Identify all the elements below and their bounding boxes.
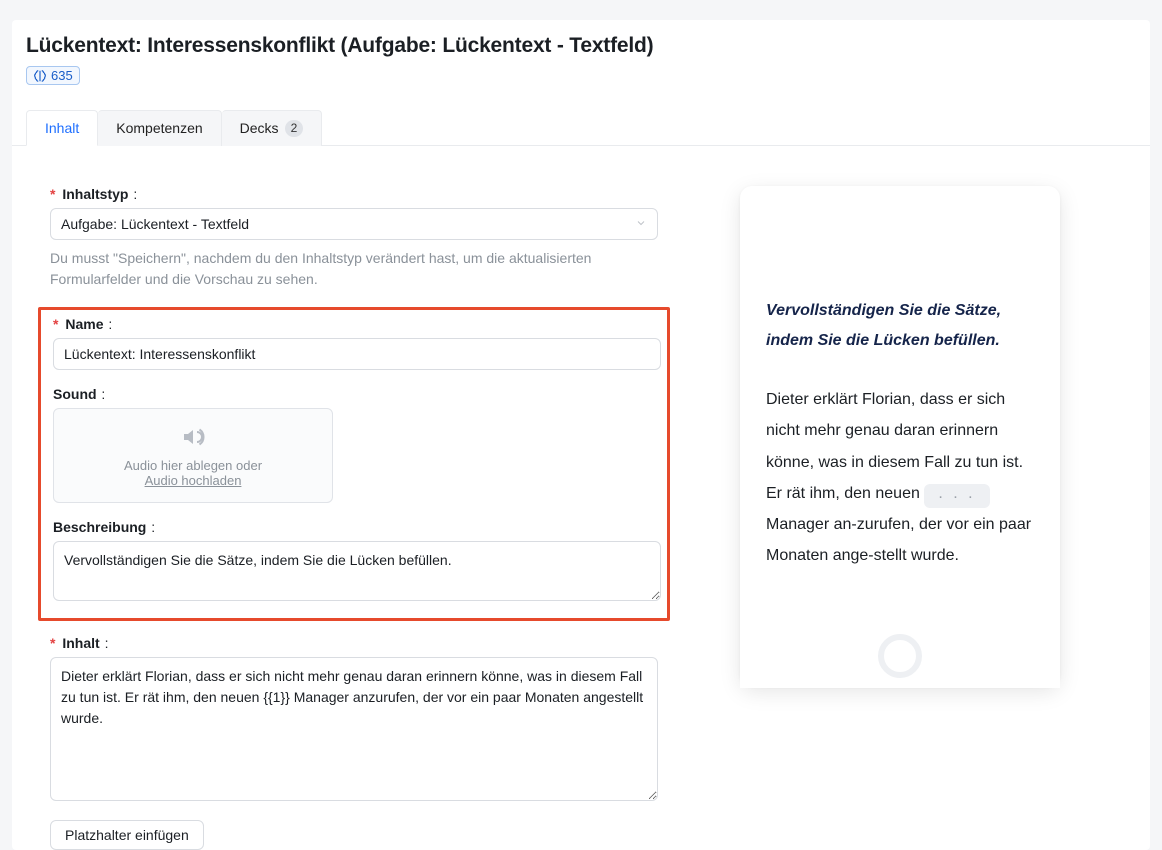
header: Lückentext: Interessenskonflikt (Aufgabe… (12, 34, 1150, 96)
preview-instruction: Vervollständigen Sie die Sätze, indem Si… (766, 296, 1034, 357)
beschreibung-textarea[interactable]: Vervollständigen Sie die Sätze, indem Si… (53, 541, 661, 601)
tabs: Inhalt Kompetenzen Decks 2 (12, 110, 1150, 146)
tab-decks-label: Decks (240, 120, 279, 136)
brain-icon (33, 69, 47, 83)
audio-upload-link[interactable]: Audio hochladen (64, 473, 322, 488)
tab-kompetenzen[interactable]: Kompetenzen (98, 110, 221, 146)
page-title: Lückentext: Interessenskonflikt (Aufgabe… (26, 34, 1136, 58)
chevron-down-icon (635, 216, 647, 232)
name-label: * Name : (53, 316, 655, 332)
sound-label: Sound : (53, 386, 655, 402)
preview-column: Vervollständigen Sie die Sätze, indem Si… (740, 186, 1060, 686)
tab-inhalt-label: Inhalt (45, 120, 79, 136)
required-marker: * (50, 186, 55, 202)
preview-text-after: Manager an-zurufen, der vor ein paar Mon… (766, 516, 1031, 564)
inhaltstyp-label: * Inhaltstyp : (50, 186, 670, 202)
speaker-icon (64, 425, 322, 452)
beschreibung-label: Beschreibung : (53, 519, 655, 535)
field-inhalt: * Inhalt : Dieter erklärt Florian, dass … (50, 635, 670, 804)
audio-dropzone[interactable]: Audio hier ablegen oder Audio hochladen (53, 408, 333, 503)
preview-handle (740, 634, 1060, 678)
points-badge[interactable]: 635 (26, 66, 80, 85)
field-name: * Name : (53, 316, 655, 370)
insert-placeholder-button[interactable]: Platzhalter einfügen (50, 820, 204, 850)
field-beschreibung: Beschreibung : Vervollständigen Sie die … (53, 519, 655, 604)
highlight-box: * Name : Sound : (38, 307, 670, 621)
name-input[interactable] (53, 338, 661, 370)
drag-handle-icon[interactable] (878, 634, 922, 678)
field-inhaltstyp: * Inhaltstyp : Aufgabe: Lückentext - Tex… (50, 186, 670, 291)
inhaltstyp-select[interactable]: Aufgabe: Lückentext - Textfeld (50, 208, 658, 240)
inhalt-label: * Inhalt : (50, 635, 670, 651)
audio-drop-text: Audio hier ablegen oder (64, 458, 322, 473)
points-value: 635 (51, 68, 73, 83)
tab-kompetenzen-label: Kompetenzen (116, 120, 202, 136)
preview-body: Dieter erklärt Florian, dass er sich nic… (766, 384, 1034, 571)
required-marker: * (50, 635, 55, 651)
gap-input[interactable]: . . . (924, 484, 989, 508)
inhaltstyp-value: Aufgabe: Lückentext - Textfeld (61, 216, 249, 232)
inhaltstyp-help: Du musst "Speichern", nachdem du den Inh… (50, 248, 658, 291)
preview-card: Vervollständigen Sie die Sätze, indem Si… (740, 186, 1060, 686)
form-column: * Inhaltstyp : Aufgabe: Lückentext - Tex… (26, 186, 670, 850)
field-sound: Sound : Audio hier ablegen oder Audio ho… (53, 386, 655, 503)
required-marker: * (53, 316, 58, 332)
tab-decks[interactable]: Decks 2 (222, 110, 323, 146)
inhalt-textarea[interactable]: Dieter erklärt Florian, dass er sich nic… (50, 657, 658, 801)
editor-page: Lückentext: Interessenskonflikt (Aufgabe… (12, 20, 1150, 850)
tab-inhalt[interactable]: Inhalt (26, 110, 98, 146)
tab-decks-count: 2 (285, 120, 304, 137)
content-row: * Inhaltstyp : Aufgabe: Lückentext - Tex… (12, 146, 1150, 850)
